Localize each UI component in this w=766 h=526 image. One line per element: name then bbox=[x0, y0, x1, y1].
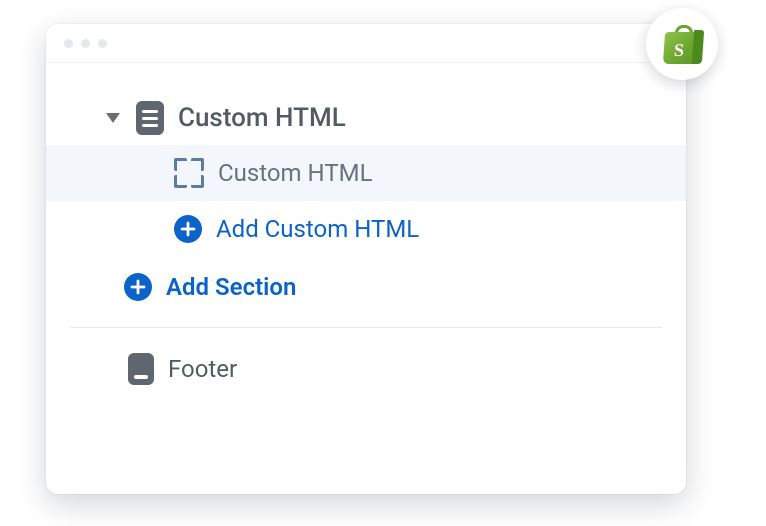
window-dot-icon bbox=[98, 39, 107, 48]
window-dot-icon bbox=[64, 39, 73, 48]
section-custom-html[interactable]: Custom HTML bbox=[46, 91, 686, 145]
footer-icon bbox=[128, 353, 154, 385]
add-section-label: Add Section bbox=[166, 273, 296, 301]
selection-corners-icon bbox=[174, 158, 204, 188]
window-titlebar bbox=[46, 24, 686, 63]
section-footer[interactable]: Footer bbox=[46, 336, 686, 402]
document-icon bbox=[136, 101, 164, 135]
shopify-badge: S bbox=[646, 8, 718, 80]
plus-circle-icon bbox=[124, 273, 152, 301]
sections-list: Custom HTML Custom HTML Add Custom HTML bbox=[46, 63, 686, 402]
theme-editor-panel: Custom HTML Custom HTML Add Custom HTML bbox=[46, 24, 686, 494]
divider bbox=[70, 327, 662, 328]
add-section-button[interactable]: Add Section bbox=[46, 257, 686, 317]
plus-circle-icon bbox=[174, 215, 202, 243]
add-block-label: Add Custom HTML bbox=[216, 215, 419, 243]
block-custom-html[interactable]: Custom HTML bbox=[46, 145, 686, 201]
window-dot-icon bbox=[81, 39, 90, 48]
section-title: Custom HTML bbox=[178, 103, 346, 133]
add-custom-html-button[interactable]: Add Custom HTML bbox=[46, 201, 686, 257]
block-label: Custom HTML bbox=[218, 159, 373, 187]
window-controls[interactable] bbox=[64, 39, 107, 48]
footer-label: Footer bbox=[168, 355, 237, 383]
chevron-down-icon bbox=[106, 113, 120, 123]
shopify-bag-icon: S bbox=[664, 24, 700, 64]
